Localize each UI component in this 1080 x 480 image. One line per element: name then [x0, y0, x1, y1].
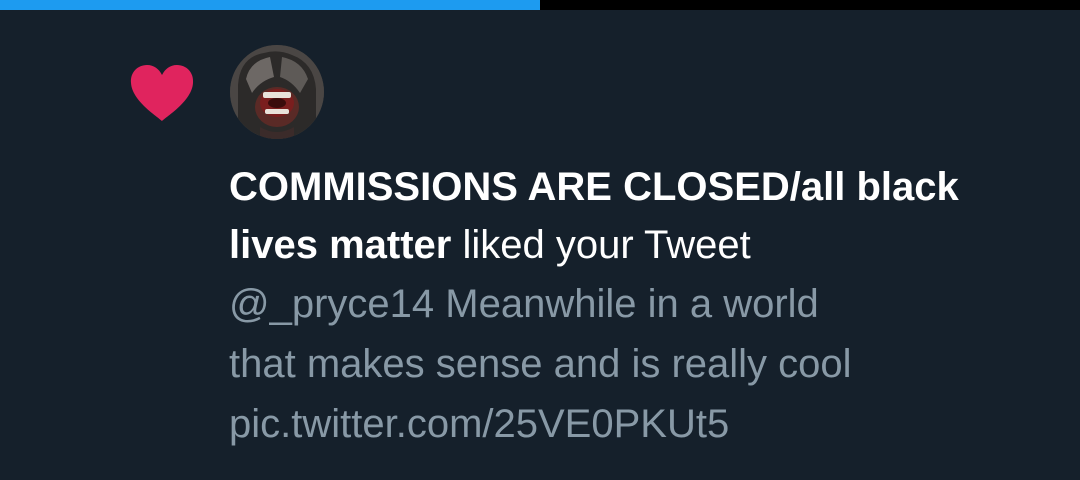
tweet-text[interactable]: @_pryce14 Meanwhile in a world that make… [229, 274, 1029, 454]
like-notification[interactable]: COMMISSIONS ARE CLOSED/all black lives m… [0, 10, 1080, 480]
notification-headline: COMMISSIONS ARE CLOSED/all black lives m… [229, 158, 1029, 274]
progress-bar-fill [0, 0, 540, 10]
avatar-icon [230, 45, 324, 139]
heart-icon [130, 65, 194, 121]
action-text: liked your Tweet [451, 223, 751, 267]
avatar[interactable] [230, 45, 324, 139]
progress-bar [0, 0, 1080, 10]
notification-content: COMMISSIONS ARE CLOSED/all black lives m… [229, 158, 1029, 454]
